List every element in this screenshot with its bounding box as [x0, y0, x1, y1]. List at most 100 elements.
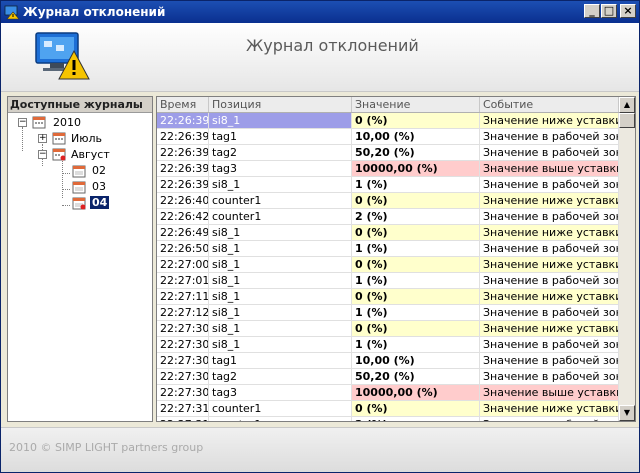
cell-time: 22:27:30	[157, 385, 209, 400]
table-row[interactable]: 22:26:39 tag2 50,20 (%) Значение в рабочей …	[157, 145, 619, 161]
cell-time: 22:27:30	[157, 369, 209, 384]
cell-pos: tag1	[209, 129, 352, 144]
collapse-icon[interactable]: −	[18, 118, 27, 127]
column-header-event[interactable]: Событие	[480, 97, 619, 112]
cell-event: Значение в рабочей зоне	[480, 177, 619, 192]
cell-time: 22:27:01	[157, 273, 209, 288]
minimize-button[interactable]: _	[584, 4, 600, 18]
calendar-day-icon	[72, 197, 86, 210]
cell-pos: si8_1	[209, 257, 352, 272]
cell-value: 50,20 (%)	[352, 369, 480, 384]
cell-pos: si8_1	[209, 241, 352, 256]
monitor-warning-icon	[35, 32, 90, 80]
table-row[interactable]: 22:26:39 si8_1 1 (%) Значение в рабочей зон…	[157, 177, 619, 193]
cell-time: 22:27:11	[157, 289, 209, 304]
table-row[interactable]: 22:27:00 si8_1 0 (%) Значение ниже уставки	[157, 257, 619, 273]
cell-pos: si8_1	[209, 337, 352, 352]
cell-time: 22:26:39	[157, 177, 209, 192]
cell-time: 22:26:39	[157, 161, 209, 176]
title-bar[interactable]: Журнал отклонений _ □ ×	[1, 1, 639, 23]
cell-time: 22:26:49	[157, 225, 209, 240]
journals-panel: Доступные журналы − 2010 + Июль − Август	[7, 96, 153, 422]
table-row[interactable]: 22:26:50 si8_1 1 (%) Значение в рабочей зон…	[157, 241, 619, 257]
close-button[interactable]: ×	[620, 4, 636, 18]
cell-event: Значение ниже уставки	[480, 321, 619, 336]
cell-pos: si8_1	[209, 305, 352, 320]
vertical-scrollbar[interactable]: ▲ ▼	[619, 97, 635, 421]
table-row[interactable]: 22:26:49 si8_1 0 (%) Значение ниже уставки	[157, 225, 619, 241]
table-row[interactable]: 22:26:39 tag3 10000,00 (%) Значение выше ус…	[157, 161, 619, 177]
column-header-position[interactable]: Позиция	[209, 97, 352, 112]
cell-pos: tag3	[209, 161, 352, 176]
cell-value: 1 (%)	[352, 241, 480, 256]
table-row[interactable]: 22:27:12 si8_1 1 (%) Значение в рабочей зон…	[157, 305, 619, 321]
cell-value: 2 (%)	[352, 417, 480, 421]
scroll-up-button[interactable]: ▲	[619, 97, 635, 113]
cell-pos: counter1	[209, 209, 352, 224]
close-icon: ×	[623, 4, 633, 17]
calendar-icon	[32, 116, 46, 129]
collapse-icon[interactable]: −	[38, 150, 47, 159]
cell-value: 10000,00 (%)	[352, 161, 480, 176]
cell-value: 1 (%)	[352, 337, 480, 352]
cell-time: 22:27:30	[157, 321, 209, 336]
tree-label-day-selected: 04	[90, 196, 110, 209]
cell-event: Значение в рабочей зоне	[480, 209, 619, 224]
table-row[interactable]: 22:27:11 si8_1 0 (%) Значение ниже уставки	[157, 289, 619, 305]
table-row[interactable]: 22:27:30 si8_1 1 (%) Значение в рабочей зон…	[157, 337, 619, 353]
cell-pos: si8_1	[209, 273, 352, 288]
calendar-day-icon	[72, 165, 86, 178]
maximize-button[interactable]: □	[601, 4, 617, 18]
cell-time: 22:27:30	[157, 337, 209, 352]
app-header: Журнал отклонений	[1, 23, 639, 92]
grid-header: Время Позиция Значение Событие	[157, 97, 619, 113]
table-row[interactable]: 22:27:30 tag1 10,00 (%) Значение в рабочей …	[157, 353, 619, 369]
cell-event: Значение ниже уставки	[480, 257, 619, 272]
table-row[interactable]: 22:27:31counter12 (%)Значение в рабочей …	[157, 417, 619, 421]
table-row[interactable]: 22:26:40 counter1 0 (%) Значение ниже устав…	[157, 193, 619, 209]
cell-pos: si8_1	[209, 289, 352, 304]
cell-event: Значение в рабочей зоне	[480, 273, 619, 288]
cell-time: 22:26:39	[157, 129, 209, 144]
cell-pos: si8_1	[209, 177, 352, 192]
cell-event: Значение ниже уставки	[480, 401, 619, 416]
cell-time: 22:27:31	[157, 417, 209, 421]
cell-pos: counter1	[209, 401, 352, 416]
tree-label-day: 03	[92, 180, 106, 193]
table-row[interactable]: 22:27:01 si8_1 1 (%) Значение в рабочей зон…	[157, 273, 619, 289]
cell-time: 22:27:00	[157, 257, 209, 272]
table-row[interactable]: 22:27:30 si8_1 0 (%) Значение ниже уставки	[157, 321, 619, 337]
scroll-down-button[interactable]: ▼	[619, 405, 635, 421]
cell-pos: tag3	[209, 385, 352, 400]
cell-time: 22:26:39	[157, 113, 209, 128]
cell-value: 10,00 (%)	[352, 353, 480, 368]
calendar-icon	[52, 132, 66, 145]
cell-value: 0 (%)	[352, 193, 480, 208]
table-row[interactable]: 22:26:39 tag1 10,00 (%) Значение в рабочей …	[157, 129, 619, 145]
column-header-time[interactable]: Время	[157, 97, 209, 112]
tree-label-year: 2010	[53, 116, 81, 129]
cell-event: Значение в рабочей зоне	[480, 369, 619, 384]
cell-event: Значение в рабочей зоне	[480, 417, 619, 421]
calendar-icon	[52, 148, 66, 161]
table-row[interactable]: 22:27:30 tag2 50,20 (%) Значение в рабочей …	[157, 369, 619, 385]
cell-time: 22:27:30	[157, 353, 209, 368]
cell-event: Значение в рабочей зоне	[480, 337, 619, 352]
cell-event: Значение ниже уставки	[480, 193, 619, 208]
cell-value: 2 (%)	[352, 209, 480, 224]
table-row[interactable]: 22:27:31 counter1 0 (%) Значение ниже устав…	[157, 401, 619, 417]
cell-pos: si8_1	[209, 321, 352, 336]
cell-value: 10,00 (%)	[352, 129, 480, 144]
cell-event: Значение выше уставки	[480, 385, 619, 400]
expand-icon[interactable]: +	[38, 134, 47, 143]
table-row[interactable]: 22:27:30 tag3 10000,00 (%) Значение выше ус…	[157, 385, 619, 401]
column-header-value[interactable]: Значение	[352, 97, 480, 112]
scroll-thumb[interactable]	[619, 113, 635, 128]
cell-value: 1 (%)	[352, 177, 480, 192]
cell-pos: tag2	[209, 145, 352, 160]
table-row[interactable]: 22:26:39 si8_1 0 (%) Значение ниже уставки	[157, 113, 619, 129]
window-title: Журнал отклонений	[23, 5, 166, 19]
cell-event: Значение в рабочей зоне	[480, 305, 619, 320]
events-grid[interactable]: Время Позиция Значение Событие 22:26:39 s…	[156, 96, 636, 422]
table-row[interactable]: 22:26:42 counter1 2 (%) Значение в рабочей …	[157, 209, 619, 225]
